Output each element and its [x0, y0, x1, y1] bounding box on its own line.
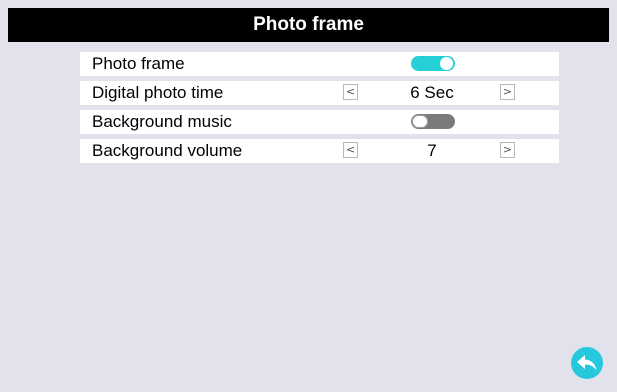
setting-label: Background volume: [92, 141, 243, 160]
decrease-button[interactable]: <: [343, 142, 358, 158]
photo-frame-toggle[interactable]: [411, 56, 455, 71]
setting-label: Background music: [92, 112, 232, 131]
decrease-button[interactable]: <: [343, 84, 358, 100]
toggle-knob: [440, 57, 453, 70]
setting-value: 6 Sec: [410, 83, 454, 102]
back-arrow-icon: [577, 355, 597, 371]
setting-row-background-music: Background music: [80, 110, 559, 134]
title-bar: Photo frame: [8, 8, 609, 42]
toggle-knob: [412, 115, 428, 128]
setting-row-photo-frame: Photo frame: [80, 52, 559, 76]
background-music-toggle[interactable]: [411, 114, 455, 129]
setting-row-background-volume: Background volume < 7 >: [80, 139, 559, 163]
settings-list: Photo frame Digital photo time < 6 Sec >…: [80, 52, 559, 168]
setting-row-digital-photo-time: Digital photo time < 6 Sec >: [80, 81, 559, 105]
setting-label: Photo frame: [92, 54, 185, 73]
increase-button[interactable]: >: [500, 142, 515, 158]
back-button[interactable]: [571, 347, 603, 379]
page-title: Photo frame: [253, 14, 364, 35]
setting-label: Digital photo time: [92, 83, 224, 102]
increase-button[interactable]: >: [500, 84, 515, 100]
setting-value: 7: [427, 141, 437, 160]
